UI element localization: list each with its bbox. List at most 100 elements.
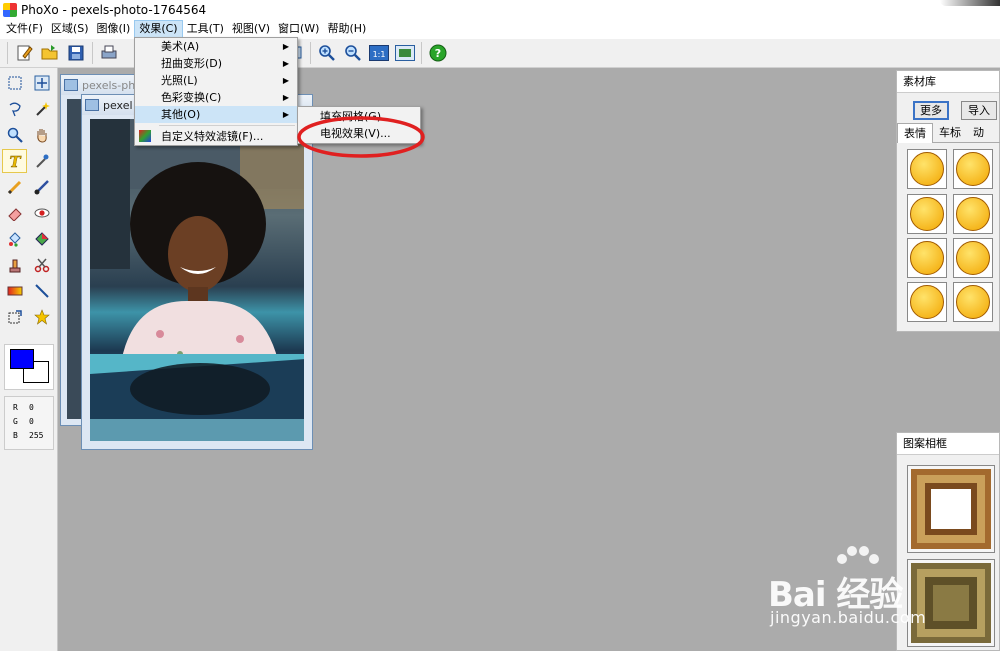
emoji-sticker-item[interactable]	[907, 149, 947, 189]
color-selector[interactable]	[4, 344, 54, 390]
toolbar-separator	[310, 42, 311, 64]
fill-bucket-icon[interactable]	[2, 227, 27, 251]
emoji-sticker-item[interactable]	[907, 238, 947, 278]
emoji-sticker-item[interactable]	[953, 194, 993, 234]
custom-filter-icon	[139, 130, 151, 142]
color-replace-icon[interactable]	[29, 227, 54, 251]
actual-size-icon[interactable]: 1:1	[367, 41, 391, 65]
image-doc-icon	[64, 79, 78, 91]
svg-text:?: ?	[435, 47, 441, 60]
frame-thumbnail[interactable]	[907, 465, 995, 553]
submenu-arrow-icon: ▶	[282, 110, 289, 119]
clone-stamp-icon[interactable]	[2, 253, 27, 277]
help-icon[interactable]: ?	[426, 41, 450, 65]
move-icon[interactable]	[29, 71, 54, 95]
menu-view[interactable]: 视图(V)	[228, 20, 274, 38]
menu-item-color-transform-label: 色彩变换(C)	[161, 91, 222, 104]
hand-icon[interactable]	[29, 123, 54, 147]
submenu-arrow-icon: ▶	[282, 93, 289, 102]
lasso-icon[interactable]	[2, 97, 27, 121]
print-icon[interactable]	[97, 41, 121, 65]
submenu-arrow-icon: ▶	[282, 59, 289, 68]
b-value: 255	[29, 431, 44, 440]
g-value: 0	[29, 417, 34, 426]
line-icon[interactable]	[29, 279, 54, 303]
transform-icon[interactable]	[2, 305, 27, 329]
svg-text:1:1: 1:1	[373, 50, 386, 59]
wooden-frame-image	[911, 469, 991, 549]
tab-animated[interactable]: 动	[967, 123, 990, 143]
scissors-icon[interactable]	[29, 253, 54, 277]
import-button[interactable]: 导入	[961, 101, 997, 120]
menu-item-distort[interactable]: 扭曲变形(D) ▶	[135, 55, 297, 72]
image-doc-icon	[85, 99, 99, 111]
menu-item-custom-filter[interactable]: 自定义特效滤镜(F)...	[135, 128, 297, 145]
menu-tools[interactable]: 工具(T)	[183, 20, 228, 38]
more-button[interactable]: 更多	[913, 101, 949, 120]
document-back-title: pexels-ph	[82, 78, 136, 92]
emoji-sticker-item[interactable]	[953, 238, 993, 278]
emoji-face-icon	[910, 241, 944, 275]
document-window-front[interactable]: pexel	[81, 94, 313, 450]
emoji-face-icon	[956, 241, 990, 275]
zoom-tool-icon[interactable]	[2, 123, 27, 147]
rgb-readout: R 0 G 0 B 255	[4, 396, 54, 450]
menu-window[interactable]: 窗口(W)	[274, 20, 323, 38]
material-panel-title: 素材库	[897, 71, 999, 93]
tab-emoticons[interactable]: 表情	[897, 123, 933, 143]
red-eye-icon[interactable]	[29, 201, 54, 225]
emoji-sticker-item[interactable]	[907, 194, 947, 234]
menu-item-custom-filter-label: 自定义特效滤镜(F)...	[161, 130, 264, 143]
watermark-url: jingyan.baidu.com	[770, 608, 927, 627]
text-tool-icon[interactable]: T	[2, 149, 27, 173]
svg-text:T: T	[9, 153, 22, 169]
emoji-sticker-item[interactable]	[953, 282, 993, 322]
tab-car-logos[interactable]: 车标	[933, 123, 967, 143]
menu-item-art[interactable]: 美术(A) ▶	[135, 38, 297, 55]
menu-image[interactable]: 图像(I)	[93, 20, 135, 38]
toolbar-separator	[7, 42, 8, 64]
eraser-icon[interactable]	[2, 201, 27, 225]
tool-palette: T R 0 G 0 B 255	[0, 68, 58, 651]
material-library-panel: 素材库 更多 导入 表情 车标 动	[896, 70, 1000, 332]
menu-item-lighting-label: 光照(L)	[161, 74, 198, 87]
star-shape-icon[interactable]	[29, 305, 54, 329]
brush-icon[interactable]	[29, 175, 54, 199]
submenu-arrow-icon: ▶	[282, 76, 289, 85]
gradient-icon[interactable]	[2, 279, 27, 303]
menu-file[interactable]: 文件(F)	[2, 20, 47, 38]
magic-wand-icon[interactable]	[29, 97, 54, 121]
title-shadow-decoration	[940, 0, 1000, 6]
open-folder-icon[interactable]	[38, 41, 62, 65]
emoji-face-icon	[910, 152, 944, 186]
menu-item-color-transform[interactable]: 色彩变换(C) ▶	[135, 89, 297, 106]
document-front-title: pexel	[103, 98, 133, 112]
zoom-in-icon[interactable]	[315, 41, 339, 65]
menu-item-lighting[interactable]: 光照(L) ▶	[135, 72, 297, 89]
pencil-icon[interactable]	[2, 175, 27, 199]
foreground-color-swatch[interactable]	[10, 349, 34, 369]
new-file-icon[interactable]	[12, 41, 36, 65]
menu-region[interactable]: 区域(S)	[47, 20, 93, 38]
save-icon[interactable]	[64, 41, 88, 65]
zoom-out-icon[interactable]	[341, 41, 365, 65]
material-tabs: 表情 车标 动	[897, 123, 1000, 143]
eyedropper-icon[interactable]	[29, 149, 54, 173]
b-label: B	[13, 431, 18, 440]
menu-item-art-label: 美术(A)	[161, 40, 200, 53]
annotation-circle	[297, 116, 425, 158]
rect-select-icon[interactable]	[2, 71, 27, 95]
photo-canvas[interactable]	[90, 119, 304, 441]
frame-panel-title: 图案相框	[897, 433, 999, 455]
emoji-face-icon	[956, 285, 990, 319]
submenu-arrow-icon: ▶	[282, 42, 289, 51]
menu-effects[interactable]: 效果(C)	[134, 20, 183, 38]
menu-item-distort-label: 扭曲变形(D)	[161, 57, 223, 70]
emoji-sticker-item[interactable]	[907, 282, 947, 322]
title-bar: PhoXo - pexels-photo-1764564	[0, 0, 1000, 19]
menu-help[interactable]: 帮助(H)	[323, 20, 370, 38]
emoji-sticker-item[interactable]	[953, 149, 993, 189]
menu-item-other[interactable]: 其他(O) ▶	[135, 106, 297, 123]
fit-window-icon[interactable]	[393, 41, 417, 65]
menu-bar: 文件(F) 区域(S) 图像(I) 效果(C) 工具(T) 视图(V) 窗口(W…	[0, 19, 1000, 39]
